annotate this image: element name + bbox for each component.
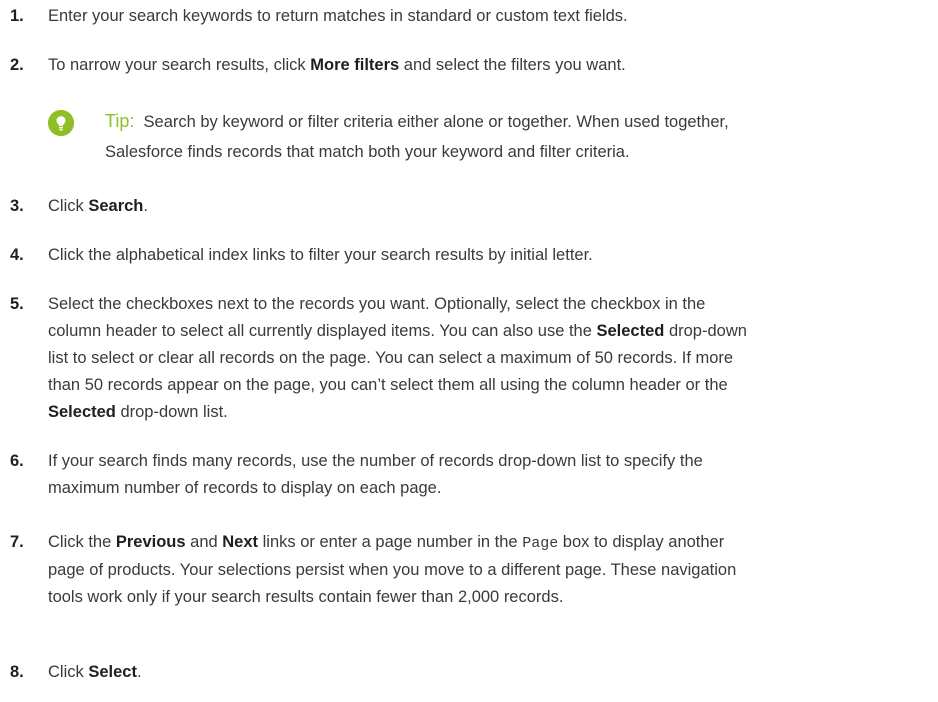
step-text-segment: drop-down	[664, 322, 747, 340]
step-number: 6.	[10, 452, 24, 470]
step-text: Enter your search keywords to return mat…	[48, 7, 628, 25]
step-line: Click the Previous and Next links or ent…	[48, 529, 938, 557]
tip-line-1: Tip: Search by keyword or filter criteri…	[105, 106, 729, 137]
step-text: If your search finds many records, use t…	[48, 448, 938, 502]
step-line: tools work only if your search results c…	[48, 588, 564, 606]
step-number: 7.	[10, 533, 24, 551]
step-text-segment: box to display another	[558, 533, 725, 551]
step-text: To narrow your search results, click Mor…	[48, 52, 938, 79]
step-text-segment: links or enter a page number in the	[258, 533, 523, 551]
step-text-segment: and select the filters you want.	[399, 56, 626, 74]
step-line: maximum number of records to display on …	[48, 479, 442, 497]
step-line: than 50 records appear on the page, you …	[48, 376, 728, 394]
step-text-segment: Click	[48, 663, 89, 681]
step-number: 3.	[10, 197, 24, 215]
previous-label: Previous	[115, 533, 186, 551]
step-text: Click the alphabetical index links to fi…	[48, 246, 593, 264]
selected-label: Selected	[48, 403, 116, 421]
step-text-segment: To narrow your search results, click	[48, 56, 311, 74]
more-filters-label: More filters	[310, 56, 400, 74]
tip-line-2: Salesforce finds records that match both…	[105, 143, 630, 161]
step-text: Click Search.	[48, 193, 938, 220]
page-field-name: Page	[522, 535, 559, 552]
tip-label: Tip:	[105, 111, 135, 131]
lightbulb-icon	[48, 110, 74, 136]
step-text-segment: and	[185, 533, 223, 551]
step-number: 4.	[10, 246, 24, 264]
select-label: Select	[88, 663, 137, 681]
step-text-segment: column header to select all currently di…	[48, 322, 597, 340]
selected-label: Selected	[596, 322, 665, 340]
step-line: list to select or clear all records on t…	[48, 349, 734, 367]
step-text-segment: Click the	[48, 533, 116, 551]
step-line: If your search finds many records, use t…	[48, 452, 703, 470]
step-line: column header to select all currently di…	[48, 318, 938, 345]
step-number: 1.	[10, 7, 24, 25]
step-text: Click the Previous and Next links or ent…	[48, 529, 938, 611]
tip-body: Tip: Search by keyword or filter criteri…	[105, 106, 729, 167]
step-number: 8.	[10, 663, 24, 681]
step-text-segment: .	[143, 197, 148, 215]
step-number: 2.	[10, 56, 24, 74]
step-text: Click Select.	[48, 659, 938, 686]
search-label: Search	[88, 197, 144, 215]
tip-text: Search by keyword or filter criteria eit…	[143, 113, 729, 131]
step-line: Selected drop-down list.	[48, 399, 938, 426]
instruction-document: 1. Enter your search keywords to return …	[0, 0, 938, 702]
step-text-segment: .	[136, 663, 142, 681]
next-label: Next	[222, 533, 259, 551]
step-text-segment: drop-down list.	[115, 403, 228, 421]
step-text: Select the checkboxes next to the record…	[48, 291, 938, 426]
step-line: Select the checkboxes next to the record…	[48, 295, 706, 313]
step-line: page of products. Your selections persis…	[48, 561, 737, 579]
step-number: 5.	[10, 295, 24, 313]
step-text-segment: Click	[48, 197, 89, 215]
